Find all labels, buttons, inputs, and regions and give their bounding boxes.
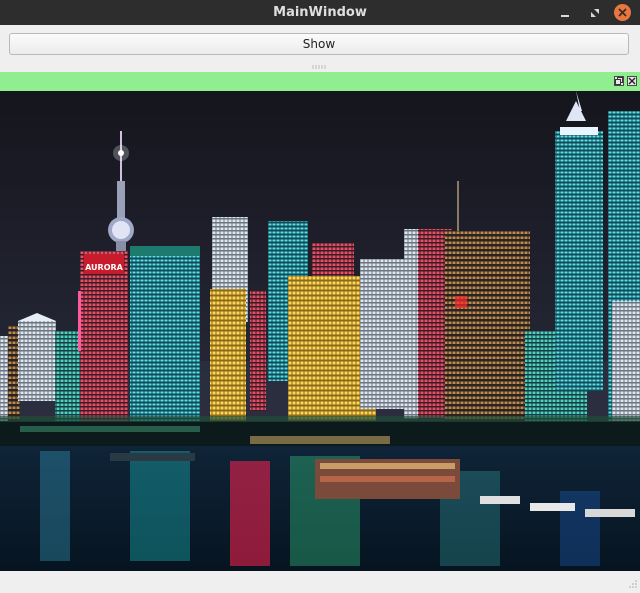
- maximize-icon: [590, 8, 599, 17]
- minimize-icon: [560, 14, 569, 17]
- close-button[interactable]: [614, 4, 631, 21]
- splitter-handle[interactable]: [312, 64, 328, 70]
- svg-text:AURORA: AURORA: [85, 263, 124, 272]
- resize-grip-icon[interactable]: [626, 579, 638, 591]
- image-view: AURORA: [0, 91, 640, 571]
- status-bar: [0, 571, 640, 593]
- close-icon: [618, 8, 627, 17]
- title-bar[interactable]: MainWindow: [0, 0, 640, 25]
- city-skyline-image: AURORA: [0, 91, 640, 571]
- window-title: MainWindow: [273, 5, 367, 20]
- maximize-button[interactable]: [586, 4, 603, 21]
- show-button[interactable]: Show: [9, 33, 629, 55]
- float-icon: [615, 77, 623, 85]
- dock-float-button[interactable]: [614, 76, 624, 86]
- dock-title-bar[interactable]: [0, 72, 640, 91]
- close-icon: [628, 77, 636, 85]
- dock-close-button[interactable]: [627, 76, 637, 86]
- main-window: MainWindow Show AURORA: [0, 0, 640, 593]
- minimize-button[interactable]: [556, 4, 573, 21]
